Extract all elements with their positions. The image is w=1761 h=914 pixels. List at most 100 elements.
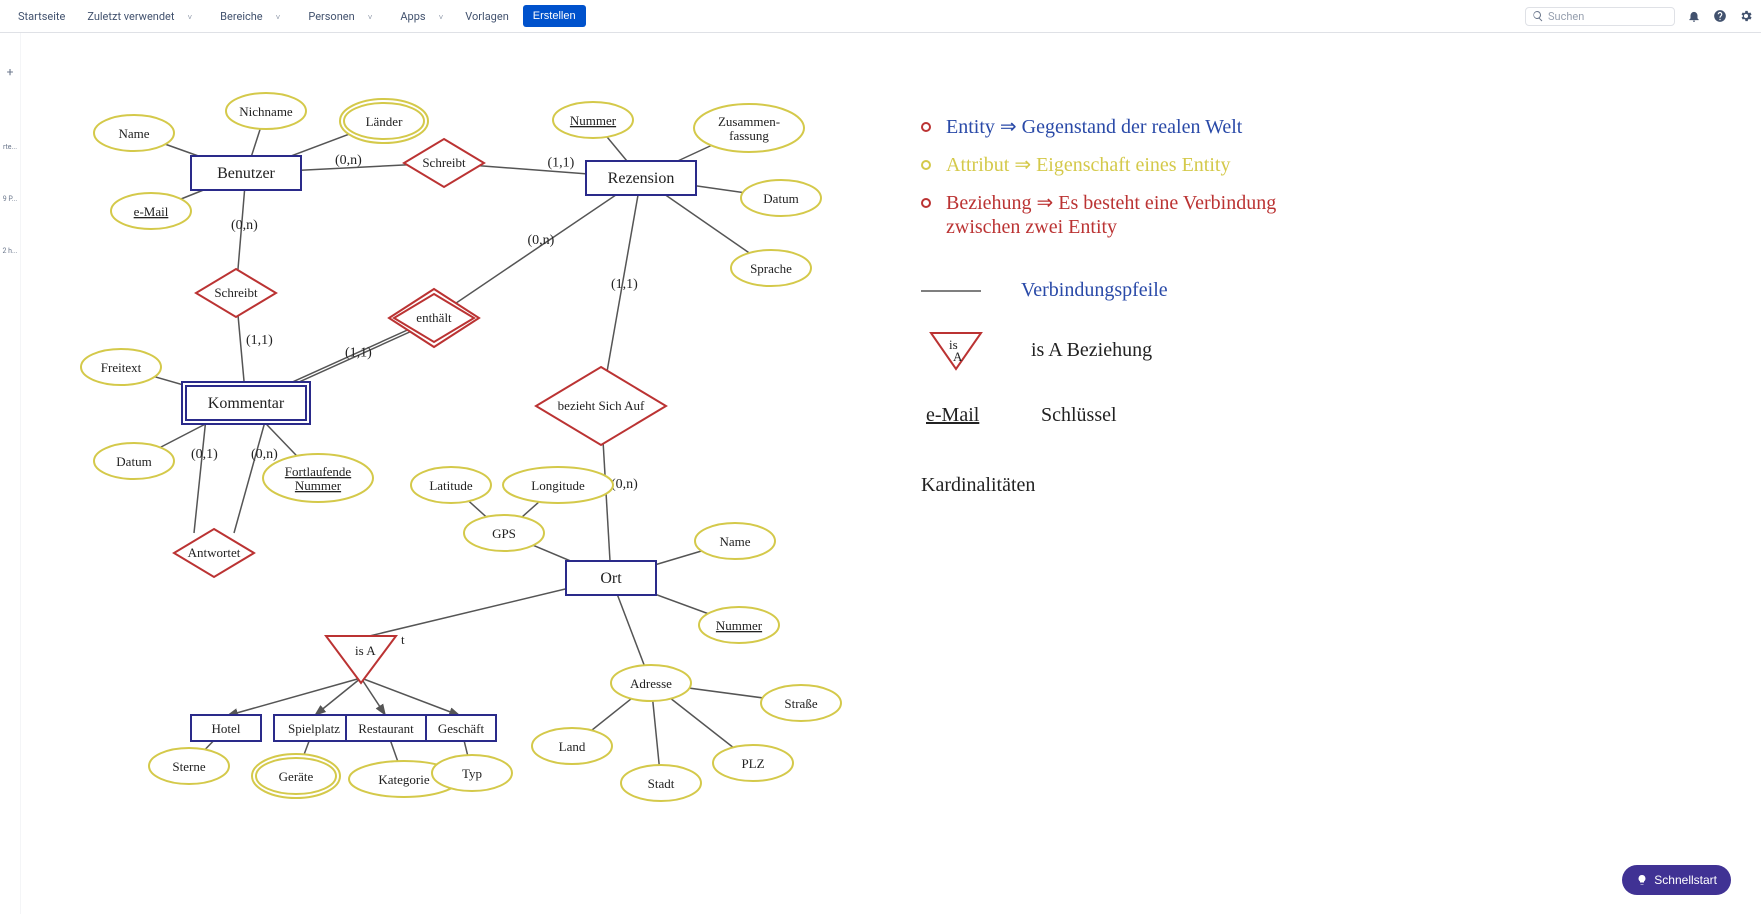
quickstart-button[interactable]: Schnellstart [1622, 865, 1731, 895]
legend-cardinality-label: Kardinalitäten [921, 474, 1035, 496]
attribute-label: Nummer [295, 478, 342, 493]
svg-text:is A: is A [355, 643, 376, 658]
attribute-label: fassung [729, 128, 769, 143]
attribute: Zusammen-fassung [694, 104, 804, 152]
cardinality: (0,1) [191, 447, 218, 462]
attribute: Nichname [226, 93, 306, 129]
rail-item[interactable]: 9 P... [3, 193, 18, 217]
attribute-label: Fortlaufende [285, 464, 352, 479]
attribute: Adresse [611, 665, 691, 701]
attribute: Land [532, 728, 612, 764]
attribute-label: Land [559, 739, 586, 754]
topbar-right: Suchen [1525, 7, 1753, 26]
is-a: is At [326, 632, 405, 683]
cardinality: (1,1) [611, 277, 638, 292]
search-placeholder: Suchen [1548, 10, 1584, 23]
top-nav-bar: Startseite Zuletzt verwendet˅ Bereiche˅ … [0, 0, 1761, 33]
entity-rezension: Rezension [586, 161, 696, 195]
nav-bereiche[interactable]: Bereiche˅ [208, 6, 292, 27]
nav-zuletzt[interactable]: Zuletzt verwendet˅ [75, 6, 204, 27]
legend-text: zwischen zwei Entity [946, 216, 1117, 238]
legend-bullet [922, 123, 930, 131]
attribute-label: Datum [763, 191, 798, 206]
entity-label: Benutzer [217, 165, 275, 182]
attribute: Typ [432, 755, 512, 791]
attribute: Stadt [621, 765, 701, 801]
entity-ort: Ort [566, 561, 656, 595]
settings-icon[interactable] [1739, 9, 1753, 23]
attribute-label: Adresse [630, 676, 672, 691]
er-diagram: (0,n)(1,1)(0,n)(1,1)(0,n)(1,1)(1,1)(0,n)… [21, 33, 1501, 853]
cardinality: (1,1) [246, 333, 273, 348]
rail-add[interactable]: + [7, 63, 14, 87]
legend-text: Beziehung ⇒ Es besteht eine Verbindung [946, 192, 1276, 214]
search-icon [1532, 10, 1544, 22]
relationship: Schreibt [196, 269, 276, 317]
entity-label: Rezension [608, 170, 675, 187]
entity-hotel: Hotel [191, 715, 261, 741]
nav-apps[interactable]: Apps˅ [388, 6, 455, 27]
attribute: Straße [761, 685, 841, 721]
attribute: Name [695, 523, 775, 559]
cardinality: (0,n) [231, 218, 258, 233]
legend-bullet [922, 161, 930, 169]
attribute-label: PLZ [741, 756, 764, 771]
attribute-label: Freitext [101, 360, 142, 375]
attribute-label: GPS [492, 526, 516, 541]
attribute-label: Sterne [172, 759, 205, 774]
attribute: Datum [94, 443, 174, 479]
entity-benutzer: Benutzer [191, 156, 301, 190]
relationship-label: Schreibt [422, 155, 466, 170]
page-canvas[interactable]: (0,n)(1,1)(0,n)(1,1)(0,n)(1,1)(1,1)(0,n)… [21, 33, 1761, 914]
cardinality: (0,n) [251, 447, 278, 462]
attribute: PLZ [713, 745, 793, 781]
lightbulb-icon [1636, 874, 1648, 886]
legend-line-label: Verbindungspfeile [1021, 279, 1168, 301]
legend-key-sample: e-Mail [926, 404, 980, 426]
attribute: Sterne [149, 748, 229, 784]
rail-item[interactable]: 2 h... [2, 245, 17, 269]
attribute: Sprache [731, 250, 811, 286]
attribute-label: Nummer [716, 618, 763, 633]
nav-links: Startseite Zuletzt verwendet˅ Bereiche˅ … [12, 5, 586, 27]
cardinality: (0,n) [335, 153, 362, 168]
attribute: GPS [464, 515, 544, 551]
attribute-label: Geräte [279, 769, 314, 784]
legend-text: Entity ⇒ Gegenstand der realen Welt [946, 116, 1243, 138]
nav-vorlagen[interactable]: Vorlagen [459, 6, 515, 27]
entity-label: Spielplatz [288, 721, 340, 736]
relationship-label: enthält [416, 310, 452, 325]
entity-label: Geschäft [438, 721, 485, 736]
attribute-label: Name [719, 534, 750, 549]
attribute-label: Longitude [531, 478, 585, 493]
attribute-label: Typ [462, 766, 482, 781]
relationship: Antwortet [174, 529, 254, 577]
cardinality: (0,n) [528, 233, 555, 248]
legend-key-label: Schlüssel [1041, 404, 1117, 426]
rail-item[interactable]: rte... [3, 141, 17, 165]
relationship-label: bezieht Sich Auf [558, 398, 645, 413]
entity-label: Kommentar [208, 395, 285, 412]
attribute: Datum [741, 180, 821, 216]
attribute: Longitude [503, 467, 613, 503]
attribute-label: Latitude [429, 478, 473, 493]
entity-restaurant: Restaurant [346, 715, 426, 741]
attribute-label: Länder [366, 114, 403, 129]
notifications-icon[interactable] [1687, 9, 1701, 23]
attribute: Nummer [553, 102, 633, 138]
nav-personen[interactable]: Personen˅ [296, 6, 384, 27]
search-box[interactable]: Suchen [1525, 7, 1675, 26]
attribute-label: Zusammen- [718, 114, 780, 129]
nav-startseite[interactable]: Startseite [12, 6, 71, 27]
svg-text:A: A [953, 349, 963, 364]
help-icon[interactable] [1713, 9, 1727, 23]
attribute-label: Stadt [648, 776, 675, 791]
entity-spielplatz: Spielplatz [274, 715, 354, 741]
create-button[interactable]: Erstellen [523, 5, 586, 27]
relationship-label: Schreibt [214, 285, 258, 300]
attribute: Name [94, 115, 174, 151]
relationship: enthält [389, 289, 479, 347]
attribute-label: e-Mail [134, 204, 169, 219]
cardinality: (1,1) [548, 156, 575, 171]
attribute: Nummer [699, 607, 779, 643]
